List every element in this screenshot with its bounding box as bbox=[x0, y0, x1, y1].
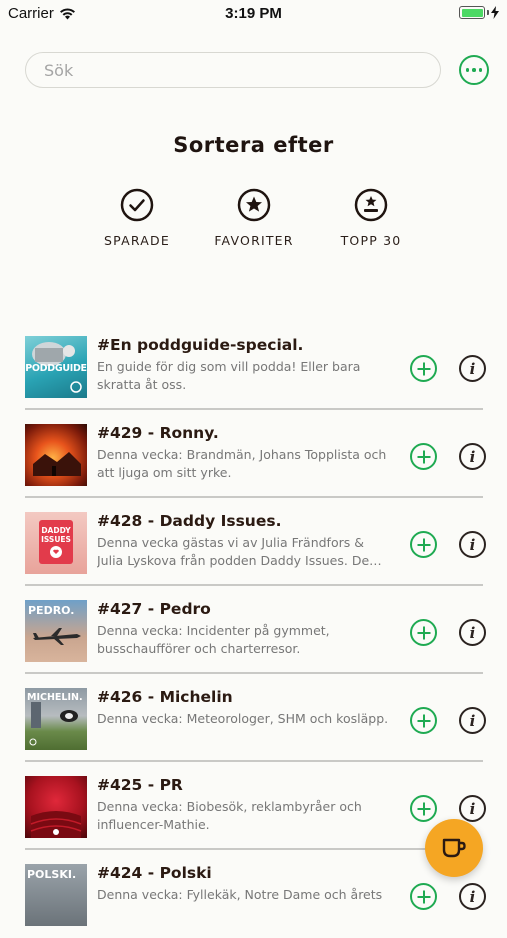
episode-info-button[interactable]: i bbox=[459, 443, 486, 470]
episode-title: #427 - Pedro bbox=[97, 600, 211, 618]
add-episode-button[interactable] bbox=[410, 883, 437, 910]
episode-info-button[interactable]: i bbox=[459, 883, 486, 910]
thumbnail-label: POLSKI. bbox=[27, 868, 77, 881]
list-item[interactable]: #429 - Ronny. Denna vecka: Brandmän, Joh… bbox=[25, 410, 486, 498]
episode-title: #425 - PR bbox=[97, 776, 183, 794]
list-item[interactable]: PEDRO. #427 - Pedro Denna vecka: Inciden… bbox=[25, 586, 486, 674]
info-icon: i bbox=[469, 711, 476, 730]
info-icon: i bbox=[469, 535, 476, 554]
episode-info-button[interactable]: i bbox=[459, 531, 486, 558]
add-episode-button[interactable] bbox=[410, 619, 437, 646]
star-circle-icon bbox=[237, 188, 271, 222]
episode-thumbnail: MICHELIN. bbox=[25, 688, 87, 750]
sort-favorites-label: FAVORITER bbox=[214, 233, 294, 248]
sort-top30-button[interactable]: TOPP 30 bbox=[311, 188, 431, 248]
thumbnail-label: DADDY ISSUES bbox=[41, 526, 71, 544]
list-item[interactable]: DADDY ISSUES #428 - Daddy Issues. Denna … bbox=[25, 498, 486, 586]
thumbnail-label: PEDRO. bbox=[28, 604, 75, 617]
episode-description: Denna vecka: Meteorologer, SHM och koslä… bbox=[97, 711, 389, 726]
coffee-cup-icon bbox=[442, 838, 466, 858]
add-episode-button[interactable] bbox=[410, 443, 437, 470]
list-item[interactable]: POLSKI. #424 - Polski Denna vecka: Fylle… bbox=[25, 850, 486, 938]
episode-description: Denna vecka: Brandmän, Johans Topplista … bbox=[97, 447, 387, 480]
sort-favorites-button[interactable]: FAVORITER bbox=[194, 188, 314, 248]
sort-saved-button[interactable]: SPARADE bbox=[77, 188, 197, 248]
clock: 3:19 PM bbox=[225, 5, 282, 22]
thumbnail-label: PODDGUIDE bbox=[25, 363, 87, 374]
episode-thumbnail: PODDGUIDE bbox=[25, 336, 87, 398]
more-options-button[interactable] bbox=[459, 55, 489, 85]
add-episode-button[interactable] bbox=[410, 795, 437, 822]
info-icon: i bbox=[469, 623, 476, 642]
award-circle-icon bbox=[354, 188, 388, 222]
info-icon: i bbox=[469, 799, 476, 818]
more-horizontal-icon bbox=[465, 68, 470, 72]
info-icon: i bbox=[469, 447, 476, 466]
sort-options: SPARADE FAVORITER TOPP 30 bbox=[0, 188, 507, 258]
episode-description: En guide för dig som vill podda! Eller b… bbox=[97, 359, 361, 392]
thumbnail-label: MICHELIN. bbox=[27, 692, 83, 703]
episode-title: #429 - Ronny. bbox=[97, 424, 219, 442]
list-item[interactable]: #425 - PR Denna vecka: Biobesök, reklamb… bbox=[25, 762, 486, 850]
list-item[interactable]: MICHELIN. #426 - Michelin Denna vecka: M… bbox=[25, 674, 486, 762]
episode-description: Denna vecka gästas vi av Julia Frändfors… bbox=[97, 535, 382, 568]
episode-info-button[interactable]: i bbox=[459, 619, 486, 646]
sort-saved-label: SPARADE bbox=[104, 233, 170, 248]
battery-icon bbox=[459, 6, 499, 19]
episode-title: #424 - Polski bbox=[97, 864, 212, 882]
list-item[interactable]: PODDGUIDE #En poddguide-special. En guid… bbox=[25, 322, 486, 410]
search-row bbox=[25, 52, 491, 90]
status-bar: Carrier 3:19 PM bbox=[0, 0, 507, 28]
episode-title: #428 - Daddy Issues. bbox=[97, 512, 282, 530]
episode-description: Denna vecka: Incidenter på gymmet, bussc… bbox=[97, 623, 330, 656]
episode-info-button[interactable]: i bbox=[459, 795, 486, 822]
episode-description: Denna vecka: Fyllekäk, Notre Dame och år… bbox=[97, 887, 383, 902]
charging-bolt-icon bbox=[491, 6, 499, 19]
add-episode-button[interactable] bbox=[410, 531, 437, 558]
episode-thumbnail bbox=[25, 424, 87, 486]
episode-thumbnail: POLSKI. bbox=[25, 864, 87, 926]
episode-title: #426 - Michelin bbox=[97, 688, 233, 706]
add-episode-button[interactable] bbox=[410, 707, 437, 734]
coffee-fab-button[interactable] bbox=[425, 819, 483, 877]
check-circle-icon bbox=[120, 188, 154, 222]
sort-top30-label: TOPP 30 bbox=[340, 233, 402, 248]
add-episode-button[interactable] bbox=[410, 355, 437, 382]
episode-info-button[interactable]: i bbox=[459, 707, 486, 734]
episode-title: #En poddguide-special. bbox=[97, 336, 304, 354]
episode-thumbnail: DADDY ISSUES bbox=[25, 512, 87, 574]
info-icon: i bbox=[469, 887, 476, 906]
search-input[interactable] bbox=[25, 52, 441, 88]
info-icon: i bbox=[469, 359, 476, 378]
sort-title: Sortera efter bbox=[173, 133, 334, 157]
episode-info-button[interactable]: i bbox=[459, 355, 486, 382]
episode-description: Denna vecka: Biobesök, reklambyråer och … bbox=[97, 799, 362, 832]
episode-thumbnail: PEDRO. bbox=[25, 600, 87, 662]
episode-thumbnail bbox=[25, 776, 87, 838]
